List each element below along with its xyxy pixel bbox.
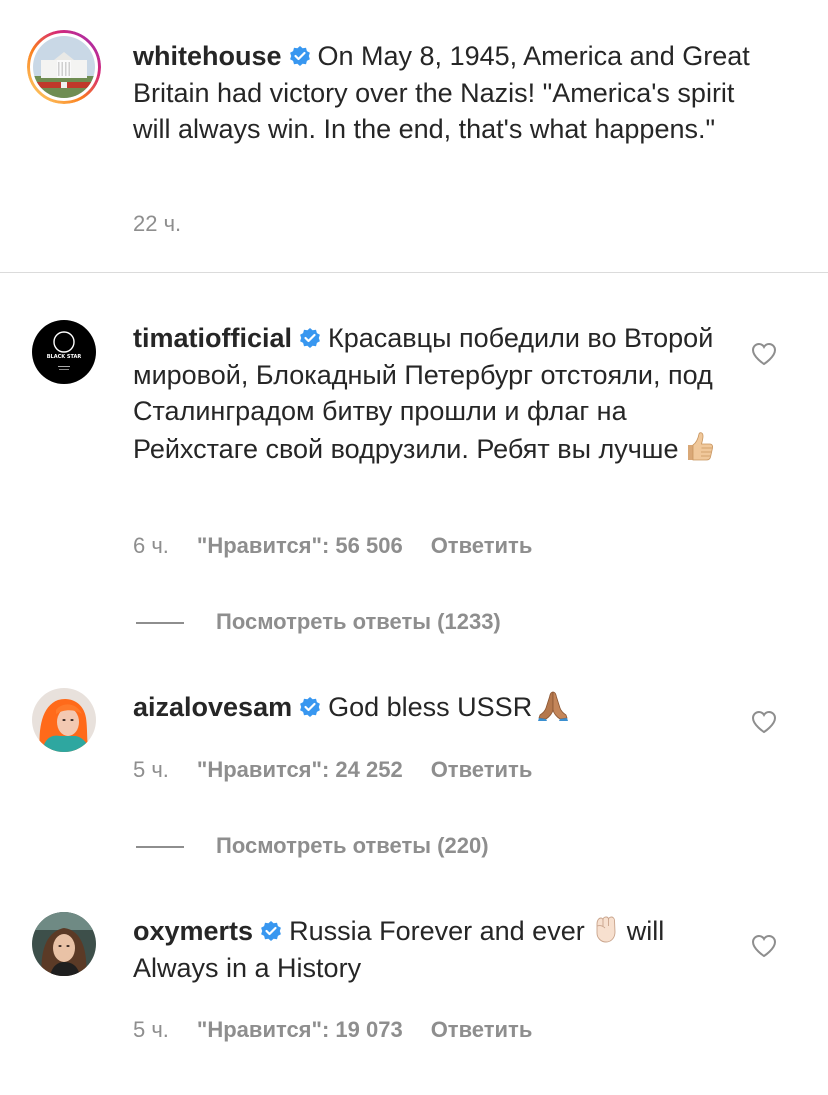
post-caption: whitehouse On May 8, 1945, America and Gr… (0, 0, 828, 272)
folded-hands-emoji-icon (538, 691, 569, 721)
view-replies-label: Посмотреть ответы (220) (216, 833, 489, 858)
story-ring-icon (27, 30, 101, 104)
oxymerts-avatar[interactable] (32, 912, 96, 976)
comment-time: 5 ч. (133, 1017, 169, 1042)
whitehouse-avatar[interactable] (27, 30, 101, 104)
view-replies-button[interactable]: Посмотреть ответы (220) (136, 833, 489, 859)
comment-body: Russia Forever and ever (289, 916, 585, 946)
timatiofficial-avatar[interactable]: BLACK STAR (32, 320, 96, 384)
user-photo-icon (32, 912, 96, 976)
raised-fist-emoji-icon (596, 916, 616, 943)
view-replies-label: Посмотреть ответы (1233) (216, 609, 501, 634)
like-heart-icon[interactable] (751, 342, 777, 366)
user-photo-icon (32, 688, 96, 752)
verified-badge-icon (261, 921, 281, 941)
black-star-avatar-icon: BLACK STAR (32, 320, 96, 384)
likes-count[interactable]: "Нравится": 19 073 (197, 1017, 403, 1042)
aizalovesam-avatar[interactable] (32, 688, 96, 752)
caption-text: whitehouse On May 8, 1945, America and Gr… (133, 38, 753, 148)
divider (0, 272, 828, 273)
comment-username[interactable]: oxymerts (133, 916, 253, 946)
verified-badge-icon (300, 328, 320, 348)
caption-username[interactable]: whitehouse (133, 41, 282, 71)
likes-count[interactable]: "Нравится": 56 506 (197, 533, 403, 558)
avatar-label: BLACK STAR (47, 354, 82, 360)
comment-meta: 5 ч. "Нравится": 19 073 Ответить (133, 1017, 560, 1043)
comment-text: oxymerts Russia Forever and ever will Alw… (133, 912, 733, 986)
comment-username[interactable]: aizalovesam (133, 692, 292, 722)
caption-meta: 22 ч. (133, 211, 209, 237)
reply-button[interactable]: Ответить (431, 1017, 533, 1042)
replies-line (136, 846, 184, 849)
comment-body: God bless USSR (328, 692, 533, 722)
reply-button[interactable]: Ответить (431, 533, 533, 558)
reply-button[interactable]: Ответить (431, 757, 533, 782)
caption-time: 22 ч. (133, 211, 182, 236)
comment-text: aizalovesam God bless USSR (133, 688, 753, 726)
like-heart-icon[interactable] (751, 710, 777, 734)
comment-username[interactable]: timatiofficial (133, 323, 292, 353)
comment-time: 5 ч. (133, 757, 169, 782)
view-replies-button[interactable]: Посмотреть ответы (1233) (136, 609, 501, 635)
comment-text: timatiofficial Красавцы победили во Второ… (133, 320, 733, 467)
thumbs-up-emoji-icon (688, 431, 714, 460)
comment-meta: 5 ч. "Нравится": 24 252 Ответить (133, 757, 560, 783)
comment-meta: 6 ч. "Нравится": 56 506 Ответить (133, 533, 560, 559)
like-heart-icon[interactable] (751, 934, 777, 958)
verified-badge-icon (289, 46, 310, 66)
comment-time: 6 ч. (133, 533, 169, 558)
likes-count[interactable]: "Нравится": 24 252 (197, 757, 403, 782)
replies-line (136, 622, 184, 625)
verified-badge-icon (300, 697, 321, 717)
